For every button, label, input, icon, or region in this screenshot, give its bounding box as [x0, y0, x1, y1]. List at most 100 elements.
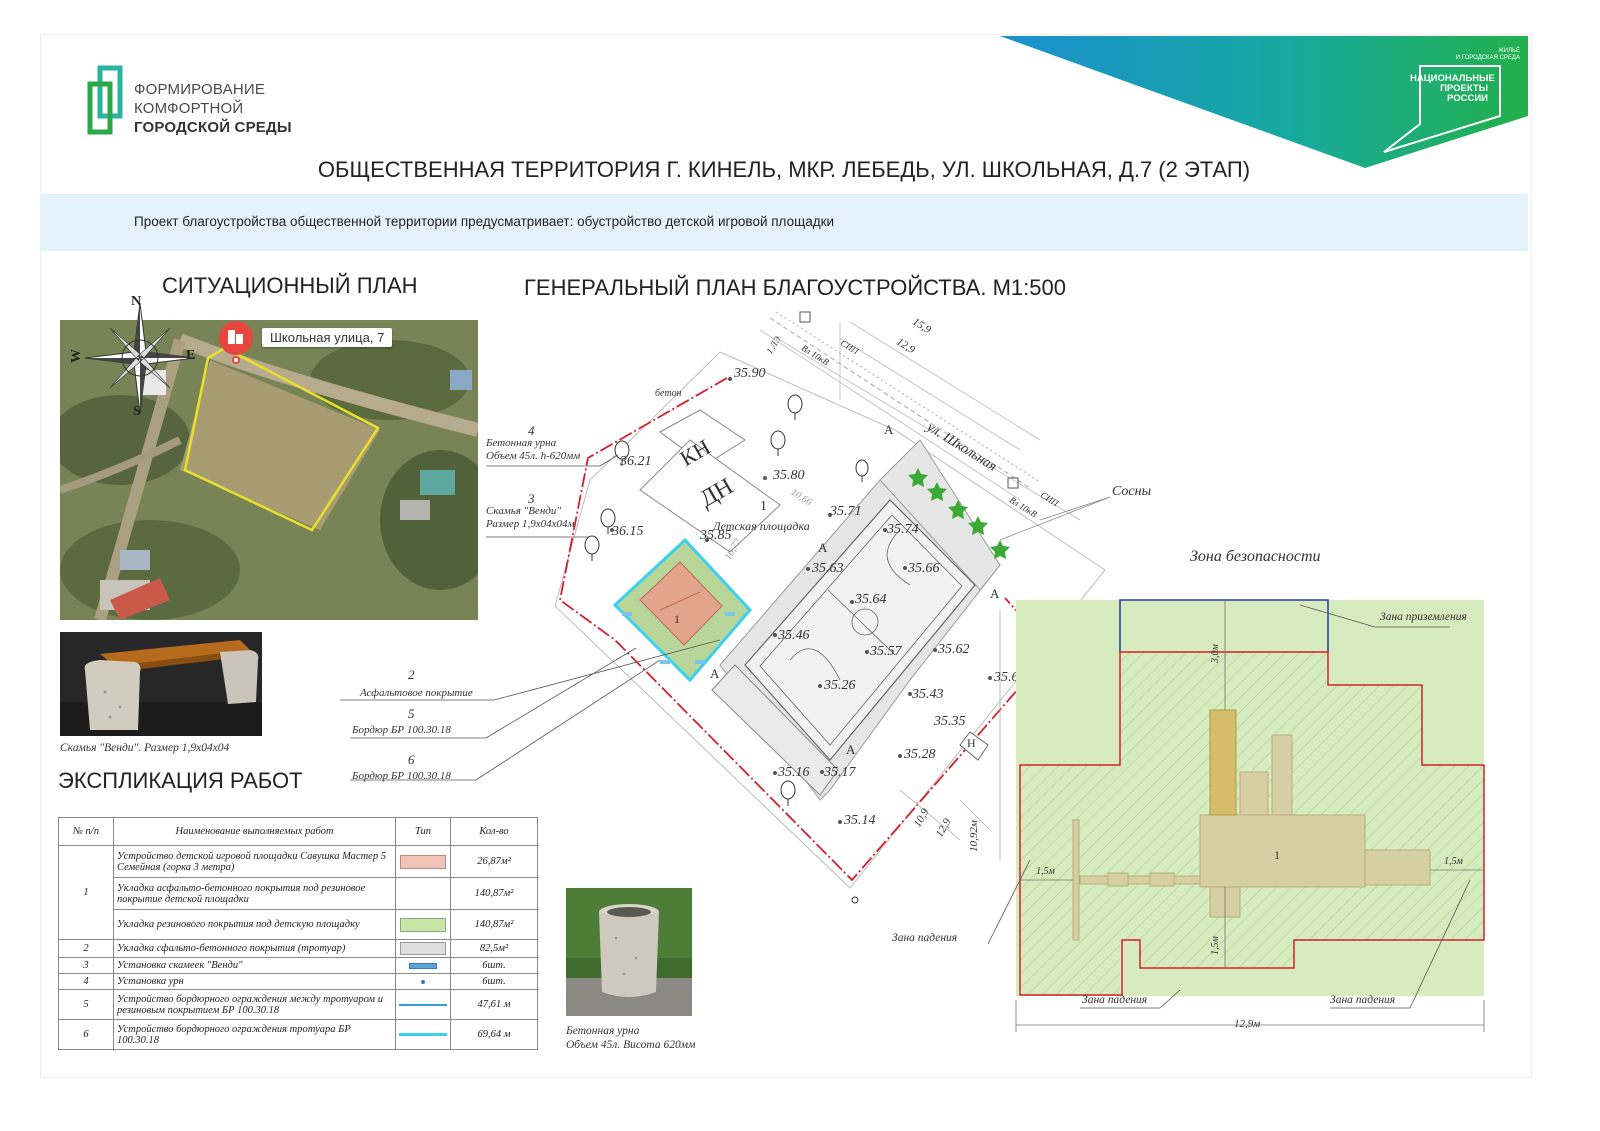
elevation-label: 35.90	[734, 366, 766, 381]
row-swatch	[395, 939, 451, 958]
compass-rose-icon	[80, 298, 200, 418]
callout-line: Размер 1,9х04х04м	[486, 518, 575, 530]
dim-15-left: 1,5м	[1036, 866, 1055, 877]
badge-small-2: И ГОРОДСКАЯ СРЕДА	[1455, 55, 1520, 61]
row-qty: 47,61 м	[450, 989, 538, 1020]
page-title: ОБЩЕСТВЕННАЯ ТЕРРИТОРИЯ Г. КИНЕЛЬ, МКР. …	[317, 157, 1251, 182]
row-swatch	[395, 973, 451, 990]
hatch-letter: А	[710, 666, 720, 681]
badge-small-1: ЖИЛЬЁ	[1498, 48, 1520, 54]
playground-number: 1	[760, 499, 767, 514]
hatch-letter: А	[990, 586, 1000, 601]
elevation-label: 35.85	[700, 528, 732, 543]
callout-2: 2 Асфальтовое покрытие	[360, 666, 473, 702]
grounding-zone-label: Зана приземления	[1380, 611, 1467, 623]
dim-15-right: 1,5м	[1444, 856, 1463, 867]
row-swatch	[395, 957, 451, 974]
callout-line: Бордюр БР 100.30.18	[352, 770, 451, 782]
elevation-label: 36.15	[612, 524, 644, 539]
logo-line-1: ФОРМИРОВАНИЕ	[134, 81, 266, 98]
badge-big-3: РОССИИ	[1447, 93, 1488, 104]
hatch-letter: А	[846, 742, 856, 757]
badge-small-text: ЖИЛЬЁ И ГОРОДСКАЯ СРЕДА	[1440, 48, 1520, 62]
callout-num: 2	[408, 667, 415, 682]
dim-15-bottom: 1,5м	[1209, 936, 1221, 955]
logo-line-3: ГОРОДСКОЙ СРЕДЫ	[134, 119, 292, 136]
row-name: Устройство бордюрного ограждения тротуар…	[113, 1019, 396, 1050]
urn-caption-2: Объем 45л. Висота 620мм	[566, 1039, 696, 1051]
table-row: 2 Укладка сфальто-бетонного покрытия (тр…	[58, 939, 538, 958]
row-swatch	[395, 1019, 451, 1050]
callout-3: 3 Скамья "Венди" Размер 1,9х04х04м	[486, 492, 575, 531]
table-row: 6 Устройство бордюрного ограждения троту…	[58, 1019, 538, 1050]
row-swatch	[395, 989, 451, 1020]
project-description: Проект благоустройства общественной терр…	[134, 214, 835, 229]
equipment-number: 1	[1274, 848, 1280, 862]
elevation-label: 35.66	[908, 561, 940, 576]
elevation-label: 35.28	[904, 747, 936, 762]
row-num: 3	[58, 957, 114, 974]
callout-line: Скамья "Венди"	[486, 505, 561, 517]
table-row: 5 Устройство бордюрного ограждения между…	[58, 989, 538, 1020]
swatch-grey-icon	[400, 942, 446, 955]
elevation-label: 35.63	[812, 561, 844, 576]
col-num-header: № п/п	[58, 817, 114, 846]
row-name: Установка урн	[113, 973, 396, 990]
row-qty: 6шт.	[450, 957, 538, 974]
callout-line: Объем 45л. h-620мм	[486, 450, 581, 462]
safety-zone-heading: Зона безопасности	[1190, 548, 1321, 565]
elevation-label: 35.57	[870, 644, 902, 659]
line-cyan-icon	[399, 1033, 447, 1036]
dim-label: 10,92м	[967, 820, 980, 852]
explication-heading: ЭКСПЛИКАЦИЯ РАБОТ	[58, 768, 303, 793]
callout-4: 4 Бетонная урна Объем 45л. h-620мм	[486, 424, 580, 463]
callout-num: 6	[408, 752, 415, 767]
callout-line: Асфальтовое покрытие	[360, 687, 473, 699]
fall-zone-label-3: Зана падения	[1330, 994, 1396, 1006]
hatch-letter: А	[884, 422, 894, 437]
row-name: Устройство бордюрного ограждения между т…	[113, 989, 396, 1020]
row-num: 4	[58, 973, 114, 990]
callout-6: 6 Бордюр БР 100.30.18	[352, 752, 451, 784]
row-qty: 6шт.	[450, 973, 538, 990]
urn-caption: Бетонная урна Объем 45л. Висота 620мм	[566, 1024, 695, 1052]
elevation-label: 35.74	[887, 522, 919, 537]
genplan-heading: ГЕНЕРАЛЬНЫЙ ПЛАН БЛАГОУСТРОЙСТВА. М1:500	[524, 275, 1066, 300]
elevation-label: 35.64	[855, 592, 887, 607]
row-name: Установка скамеек "Венди"	[113, 957, 396, 974]
pines-label: Сосны	[1112, 484, 1152, 499]
bench-symbol-icon	[409, 962, 437, 969]
bench-caption: Скамья "Венди". Размер 1,9х04х04	[60, 742, 230, 754]
elevation-label: 35.16	[778, 765, 810, 780]
compass-s: S	[133, 404, 141, 419]
situation-heading: СИТУАЦИОННЫЙ ПЛАН	[162, 273, 418, 298]
elevation-label: 35.26	[824, 678, 856, 693]
elevation-label: 35.17	[824, 765, 856, 780]
line-blue-icon	[399, 1003, 447, 1006]
address-pin-icon	[218, 320, 254, 364]
elevation-label: 35.62	[938, 642, 970, 657]
elevation-label: 35.43	[912, 687, 944, 702]
compass-e: E	[186, 348, 196, 363]
elevation-label: 35.35	[934, 714, 966, 729]
badge-big-text: НАЦИОНАЛЬНЫЕ ПРОЕКТЫ РОССИИ	[1410, 74, 1495, 104]
brand-logo-icon	[82, 62, 127, 137]
callout-line: Бетонная урна	[486, 437, 557, 449]
dim-3m: 3,0м	[1209, 644, 1221, 663]
bench-photo	[60, 632, 262, 736]
compass-n: N	[131, 294, 142, 309]
elevation-label: 35.46	[778, 628, 810, 643]
safety-zone-drawing	[987, 590, 1510, 1040]
fall-zone-label-2: Зана падения	[1082, 994, 1148, 1006]
row-num: 5	[58, 989, 114, 1020]
hatch-letter: А	[818, 540, 828, 555]
logo-line-2: КОМФОРТНОЙ	[134, 100, 244, 117]
callout-num: 5	[408, 706, 415, 721]
concrete-label: бетон	[655, 388, 682, 399]
callout-num: 4	[528, 423, 535, 438]
row-name: Укладка сфальто-бетонного покрытия (трот…	[113, 939, 396, 958]
playground-map-num: 1	[674, 612, 680, 626]
n-box-label: Н	[967, 736, 976, 750]
row-qty: 82,5м²	[450, 939, 538, 958]
dim-129: 12,9м	[1234, 1018, 1261, 1030]
